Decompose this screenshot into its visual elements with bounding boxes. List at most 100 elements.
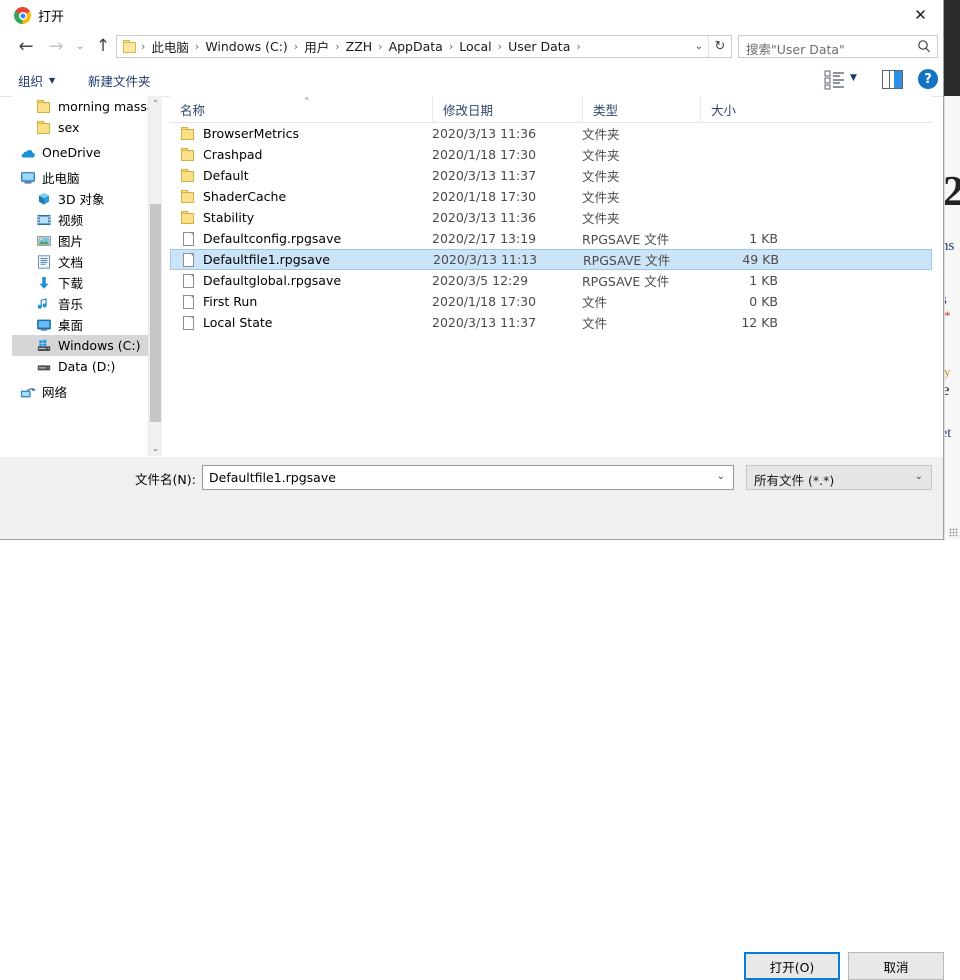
preview-pane-icon[interactable] xyxy=(882,70,903,89)
cell-type: RPGSAVE 文件 xyxy=(582,232,670,247)
recent-locations-button[interactable]: ⌄ xyxy=(71,33,89,59)
breadcrumb[interactable]: › 此电脑 › Windows (C:) › 用户 › ZZH › AppDat… xyxy=(116,35,732,58)
cell-name: ShaderCache xyxy=(170,189,432,205)
sidebar-item-downloads[interactable]: 下载 xyxy=(12,272,148,293)
breadcrumb-item-users[interactable]: 用户 xyxy=(300,37,333,56)
breadcrumb-separator: › xyxy=(378,40,383,53)
sidebar-item-label: OneDrive xyxy=(42,145,101,160)
close-button[interactable]: ✕ xyxy=(898,0,943,30)
table-row[interactable]: Defaultconfig.rpgsave 2020/2/17 13:19 RP… xyxy=(170,228,932,249)
sidebar-item-windows-c[interactable]: Windows (C:) xyxy=(12,335,148,356)
column-header-date-modified[interactable]: 修改日期 xyxy=(432,96,582,122)
background-text-fragment: 2 xyxy=(945,168,960,216)
breadcrumb-item-this-pc[interactable]: 此电脑 xyxy=(147,37,193,56)
table-row[interactable]: BrowserMetrics 2020/3/13 11:36 文件夹 xyxy=(170,123,932,144)
cancel-button[interactable]: 取消 xyxy=(848,952,944,980)
background-webpage: 2 ns s * y e et xyxy=(944,96,960,540)
sidebar-item-documents[interactable]: 文档 xyxy=(12,251,148,272)
cell-name: Defaultglobal.rpgsave xyxy=(170,273,432,289)
cell-size: 0 KB xyxy=(749,294,778,309)
help-icon[interactable]: ? xyxy=(918,69,938,89)
cell-type: 文件 xyxy=(582,316,608,331)
table-row[interactable]: Stability 2020/3/13 11:36 文件夹 xyxy=(170,207,932,228)
breadcrumb-separator: › xyxy=(141,40,146,53)
table-row[interactable]: First Run 2020/1/18 17:30 文件 0 KB xyxy=(170,291,932,312)
sidebar-item-label: 图片 xyxy=(58,234,84,249)
forward-button[interactable]: → xyxy=(43,33,69,59)
file-rows: BrowserMetrics 2020/3/13 11:36 文件夹 Crash… xyxy=(170,123,932,333)
folder-icon xyxy=(180,210,196,226)
chevron-down-icon[interactable]: ▼ xyxy=(850,73,857,83)
table-row[interactable]: ShaderCache 2020/1/18 17:30 文件夹 xyxy=(170,186,932,207)
sidebar-item-label: Windows (C:) xyxy=(58,338,141,353)
title-bar: 打开 ✕ xyxy=(0,0,943,31)
column-header-type[interactable]: 类型 xyxy=(582,96,700,122)
cell-name: Defaultfile1.rpgsave xyxy=(171,252,433,268)
sidebar-item-sex[interactable]: sex xyxy=(12,117,148,138)
table-row[interactable]: Crashpad 2020/1/18 17:30 文件夹 xyxy=(170,144,932,165)
sidebar-item-3d-objects[interactable]: 3D 对象 xyxy=(12,188,148,209)
scrollbar-thumb[interactable] xyxy=(150,204,161,422)
desktop-icon xyxy=(36,317,52,333)
file-icon xyxy=(180,252,196,268)
file-list-view: 名称 ⌃ 修改日期 类型 大小 BrowserMetrics 2020/3/13… xyxy=(170,96,932,456)
file-icon xyxy=(180,231,196,247)
up-button[interactable]: ↑ xyxy=(90,33,116,59)
cell-name: First Run xyxy=(170,294,432,310)
search-input[interactable]: 搜索"User Data" xyxy=(738,35,938,58)
cell-name: Stability xyxy=(170,210,432,226)
breadcrumb-item-local[interactable]: Local xyxy=(455,39,495,54)
folder-icon xyxy=(180,168,196,184)
table-row[interactable]: Default 2020/3/13 11:37 文件夹 xyxy=(170,165,932,186)
sidebar-item-music[interactable]: 音乐 xyxy=(12,293,148,314)
organize-button[interactable]: 组织 ▼ xyxy=(18,69,55,91)
background-text-fragment: ns xyxy=(945,238,955,254)
sidebar-item-label: 文档 xyxy=(58,255,84,270)
sidebar-scrollbar[interactable]: ⌃ ⌄ xyxy=(148,96,162,456)
filename-input[interactable]: Defaultfile1.rpgsave ⌄ xyxy=(202,465,734,490)
column-headers: 名称 ⌃ 修改日期 类型 大小 xyxy=(170,96,932,123)
sidebar-item-data-d[interactable]: Data (D:) xyxy=(12,356,148,377)
back-button[interactable]: ← xyxy=(13,33,39,59)
cell-date-modified: 2020/2/17 13:19 xyxy=(432,231,537,246)
close-icon: ✕ xyxy=(914,6,927,24)
cell-date-modified: 2020/1/18 17:30 xyxy=(432,189,537,204)
cell-type: 文件夹 xyxy=(582,127,620,142)
folder-icon xyxy=(122,40,138,53)
sidebar-item-desktop[interactable]: 桌面 xyxy=(12,314,148,335)
table-row[interactable]: Local State 2020/3/13 11:37 文件 12 KB xyxy=(170,312,932,333)
view-mode-icon[interactable] xyxy=(824,69,848,91)
sidebar-item-this-pc[interactable]: 此电脑 xyxy=(12,167,148,188)
resize-grip-icon[interactable] xyxy=(949,528,958,537)
documents-icon xyxy=(36,254,52,270)
refresh-icon[interactable]: ↻ xyxy=(708,36,731,57)
breadcrumb-separator: › xyxy=(576,40,581,53)
cell-name: Local State xyxy=(170,315,432,331)
sidebar-item-onedrive[interactable]: OneDrive xyxy=(12,142,148,163)
breadcrumb-item-zzh[interactable]: ZZH xyxy=(342,39,377,54)
column-header-size[interactable]: 大小 xyxy=(700,96,790,122)
table-row-selected[interactable]: Defaultfile1.rpgsave 2020/3/13 11:13 RPG… xyxy=(170,249,932,270)
cell-name: BrowserMetrics xyxy=(170,126,432,142)
breadcrumb-dropdown-icon[interactable]: ⌄ xyxy=(689,36,709,57)
sidebar-item-morning-massage[interactable]: morning massa xyxy=(12,96,148,117)
breadcrumb-item-user-data[interactable]: User Data xyxy=(504,39,574,54)
file-icon xyxy=(180,315,196,331)
background-text-fragment: y xyxy=(944,364,951,379)
scroll-down-icon[interactable]: ⌄ xyxy=(149,441,162,456)
open-button[interactable]: 打开(O) xyxy=(744,952,840,980)
sidebar-item-network[interactable]: 网络 xyxy=(12,381,148,402)
filename-value: Defaultfile1.rpgsave xyxy=(209,470,336,485)
chevron-down-icon[interactable]: ⌄ xyxy=(717,471,725,482)
file-icon xyxy=(180,273,196,289)
file-type-filter-dropdown[interactable]: 所有文件 (*.*) ⌄ xyxy=(746,465,932,490)
column-header-name[interactable]: 名称 ⌃ xyxy=(170,96,432,122)
sidebar-item-videos[interactable]: 视频 xyxy=(12,209,148,230)
new-folder-button[interactable]: 新建文件夹 xyxy=(88,69,151,91)
chevron-down-icon: ⌄ xyxy=(914,471,923,482)
sidebar-item-pictures[interactable]: 图片 xyxy=(12,230,148,251)
scroll-up-icon[interactable]: ⌃ xyxy=(149,96,162,111)
table-row[interactable]: Defaultglobal.rpgsave 2020/3/5 12:29 RPG… xyxy=(170,270,932,291)
breadcrumb-item-windows-c[interactable]: Windows (C:) xyxy=(201,39,291,54)
breadcrumb-item-appdata[interactable]: AppData xyxy=(385,39,447,54)
